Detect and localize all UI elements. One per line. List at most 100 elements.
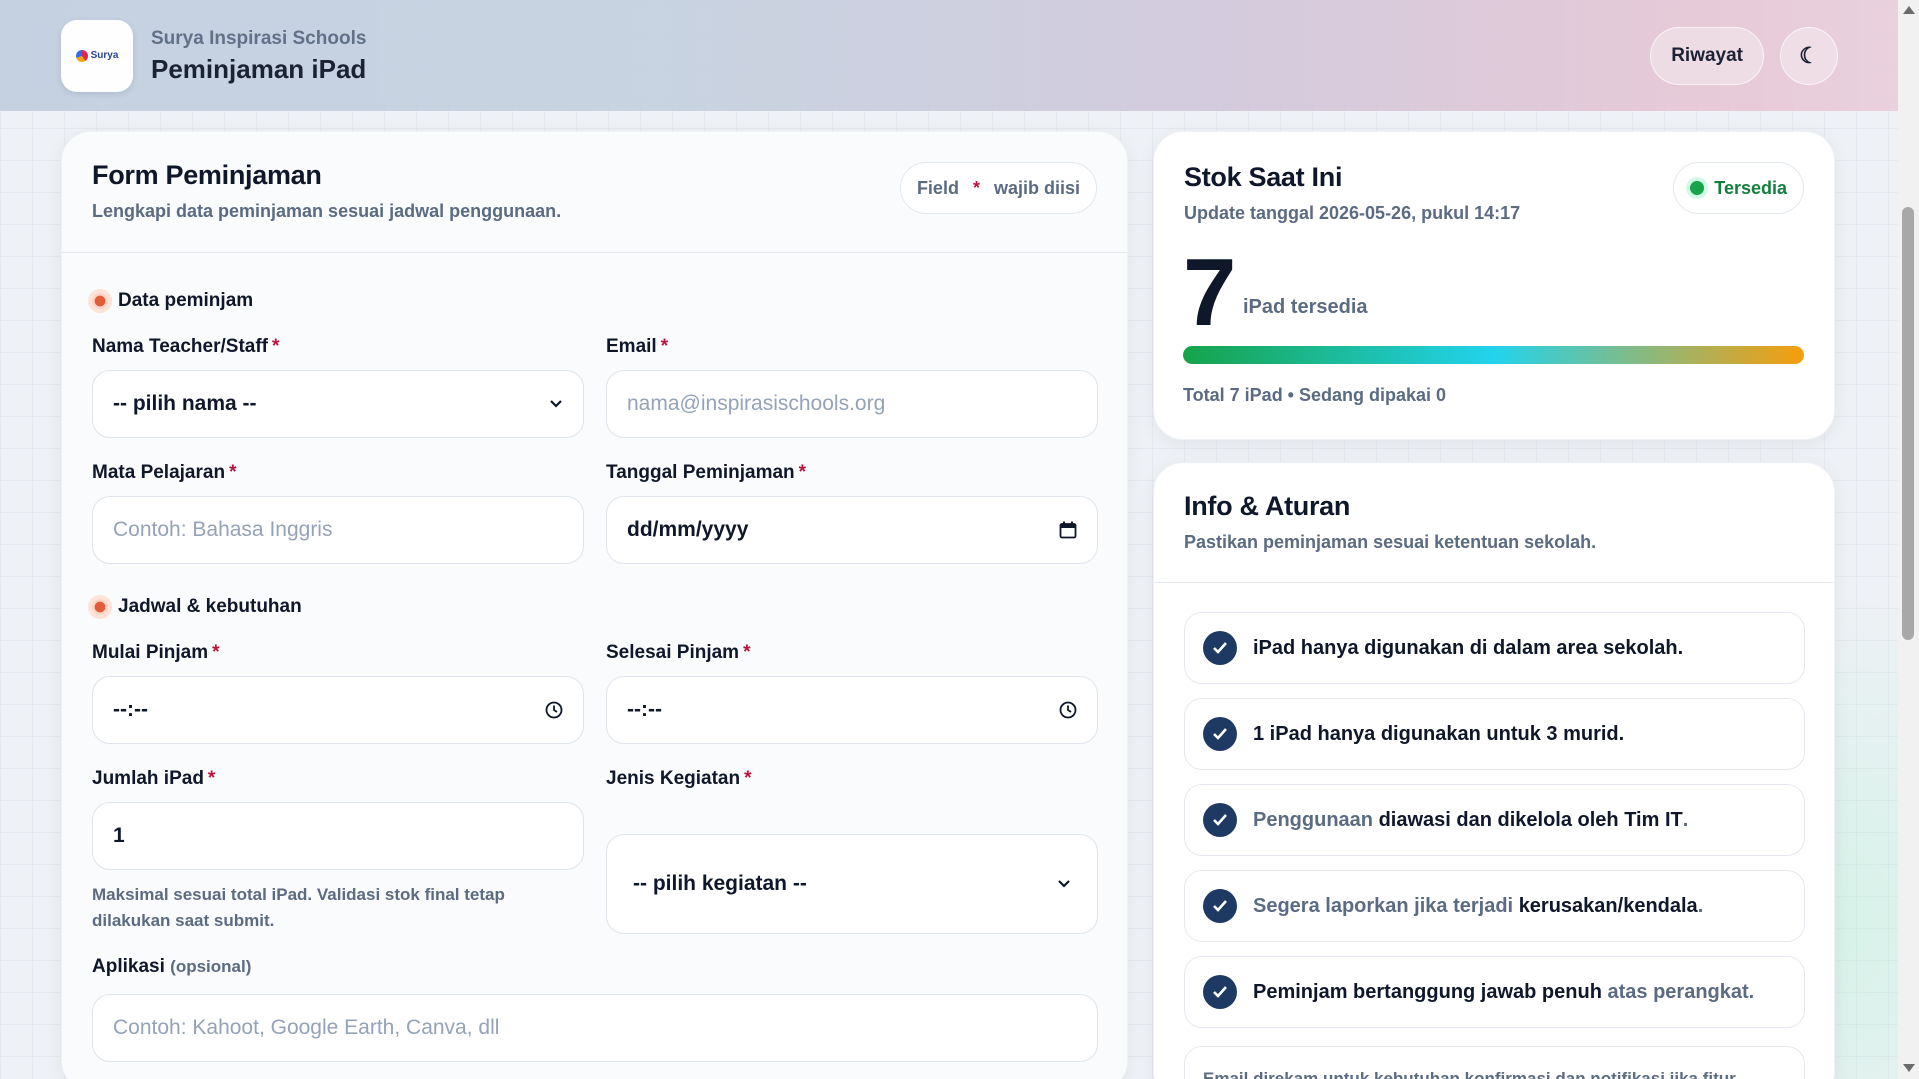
required-note-prefix: Field <box>916 177 959 198</box>
date-field[interactable]: dd/mm/yyyy <box>606 496 1098 564</box>
rule-text-part: kerusakan/kendala <box>1518 894 1698 917</box>
required-star: * <box>744 768 752 789</box>
loan-form-card: Form Peminjaman Lengkapi data peminjaman… <box>61 131 1128 1079</box>
rule-item: Penggunaan diawasi dan dikelola oleh Tim… <box>1184 784 1805 856</box>
rule-text-part: 1 iPad hanya digunakan untuk 3 murid. <box>1253 722 1625 745</box>
status-text: Tersedia <box>1714 177 1787 198</box>
logo-mark-icon <box>75 50 88 62</box>
page-scrollbar[interactable] <box>1898 0 1919 1079</box>
brand: Surya Inspirasi Schools Peminjaman iPad <box>151 28 366 85</box>
app-title: Peminjaman iPad <box>151 53 367 84</box>
section-borrower: Data peminjam <box>92 290 253 312</box>
subject-label-text: Mata Pelajaran <box>92 462 226 483</box>
scroll-down-icon[interactable] <box>1903 1064 1915 1072</box>
apps-field[interactable]: Contoh: Kahoot, Google Earth, Canva, dll <box>92 994 1098 1062</box>
rule-item: iPad hanya digunakan di dalam area sekol… <box>1184 612 1805 684</box>
rule-text-part: . <box>1682 808 1689 831</box>
email-footnote: Email direkam untuk kebutuhan konfirmasi… <box>1184 1046 1805 1079</box>
rule-text: Penggunaan diawasi dan dikelola oleh Tim… <box>1253 809 1688 832</box>
rule-text-part: . <box>1697 894 1704 917</box>
email-field[interactable]: nama@inspirasischools.org <box>606 370 1098 438</box>
quantity-hint: Maksimal sesuai total iPad. Validasi sto… <box>92 885 505 930</box>
ipad-quantity-value: 1 <box>113 824 125 847</box>
subject-field[interactable]: Contoh: Bahasa Inggris <box>92 496 584 564</box>
rule-text-part: Peminjam bertanggung jawab penuh <box>1253 980 1608 1003</box>
check-icon <box>1203 975 1237 1009</box>
start-label-text: Mulai Pinjam <box>92 642 209 663</box>
email-footnote-text: Email direkam untuk kebutuhan konfirmasi… <box>1203 1069 1736 1079</box>
start-label: Mulai Pinjam * <box>92 642 220 664</box>
theme-toggle-button[interactable]: ☾ <box>1780 27 1838 85</box>
section-schedule: Jadwal & kebutuhan <box>92 596 302 618</box>
info-subtitle: Pastikan peminjaman sesuai ketentuan sek… <box>1184 532 1597 552</box>
moon-icon: ☾ <box>1799 43 1819 68</box>
activity-label: Jenis Kegiatan * <box>606 768 752 790</box>
rule-text-part: diawasi dan dikelola oleh Tim IT <box>1378 808 1683 831</box>
stock-count: 7 <box>1183 239 1236 346</box>
info-title: Info & Aturan <box>1184 491 1351 521</box>
activity-label-text: Jenis Kegiatan <box>606 768 741 789</box>
required-note-chip: Field * wajib diisi <box>899 162 1097 214</box>
top-bar: Surya Surya Inspirasi Schools Peminjaman… <box>0 0 1898 111</box>
required-star: * <box>212 642 220 663</box>
stock-progress-bar <box>1183 346 1804 364</box>
stock-unit: iPad tersedia <box>1243 296 1368 318</box>
scroll-thumb[interactable] <box>1902 207 1914 640</box>
rule-text-part: atas perangkat. <box>1607 980 1755 1003</box>
start-time-value: --:-- <box>113 698 148 721</box>
end-time-field[interactable]: --:-- <box>606 676 1098 744</box>
activity-select-value: -- pilih kegiatan -- <box>633 872 807 895</box>
section-borrower-label: Data peminjam <box>118 290 254 311</box>
start-time-field[interactable]: --:-- <box>92 676 584 744</box>
rule-text: 1 iPad hanya digunakan untuk 3 murid. <box>1253 723 1624 746</box>
apps-label: Aplikasi (opsional) <box>92 956 251 978</box>
email-label-text: Email <box>606 336 657 357</box>
required-star: * <box>229 462 237 483</box>
required-star: * <box>272 336 280 357</box>
end-time-value: --:-- <box>627 698 662 721</box>
clock-icon[interactable] <box>545 701 563 719</box>
chevron-down-icon <box>549 399 563 409</box>
email-label: Email * <box>606 336 668 358</box>
rule-item: 1 iPad hanya digunakan untuk 3 murid. <box>1184 698 1805 770</box>
name-select[interactable]: -- pilih nama -- <box>92 370 584 438</box>
end-label-text: Selesai Pinjam <box>606 642 740 663</box>
status-dot-icon <box>1690 181 1705 195</box>
required-star: * <box>743 642 751 663</box>
ipad-quantity-field[interactable]: 1 <box>92 802 584 870</box>
apps-label-text: Aplikasi <box>92 956 165 977</box>
school-name: Surya Inspirasi Schools <box>151 27 367 49</box>
calendar-icon[interactable] <box>1059 521 1077 539</box>
school-logo[interactable]: Surya <box>61 20 133 92</box>
logo-text: Surya <box>90 50 119 61</box>
section-dot-icon <box>92 293 108 309</box>
date-value: dd/mm/yyyy <box>627 518 749 541</box>
section-dot-icon <box>92 599 108 615</box>
rule-item: Peminjam bertanggung jawab penuh atas pe… <box>1184 956 1805 1028</box>
stock-progress-fill <box>1183 346 1804 364</box>
check-icon <box>1203 803 1237 837</box>
date-label-text: Tanggal Peminjaman <box>606 462 795 483</box>
required-note-suffix: wajib diisi <box>993 177 1080 198</box>
history-button[interactable]: Riwayat <box>1650 27 1764 85</box>
check-icon <box>1203 631 1237 665</box>
clock-icon[interactable] <box>1059 701 1077 719</box>
rule-text-part: iPad hanya digunakan di dalam area sekol… <box>1253 636 1684 659</box>
activity-select[interactable]: -- pilih kegiatan -- <box>606 834 1098 934</box>
qty-label: Jumlah iPad * <box>92 768 215 790</box>
check-icon <box>1203 889 1237 923</box>
name-label-text: Nama Teacher/Staff <box>92 336 268 357</box>
apps-placeholder: Contoh: Kahoot, Google Earth, Canva, dll <box>113 1016 500 1039</box>
rule-text-part: Segera laporkan jika terjadi <box>1253 894 1519 917</box>
scroll-up-icon[interactable] <box>1903 6 1915 14</box>
rule-text: iPad hanya digunakan di dalam area sekol… <box>1253 637 1683 660</box>
date-label: Tanggal Peminjaman * <box>606 462 806 484</box>
section-schedule-label: Jadwal & kebutuhan <box>118 596 302 617</box>
qty-label-text: Jumlah iPad <box>92 768 204 789</box>
info-rules-card: Info & Aturan Pastikan peminjaman sesuai… <box>1153 462 1835 1079</box>
end-label: Selesai Pinjam * <box>606 642 750 664</box>
rule-item: Segera laporkan jika terjadi kerusakan/k… <box>1184 870 1805 942</box>
required-star: * <box>798 462 807 483</box>
subject-label: Mata Pelajaran * <box>92 462 236 484</box>
name-select-value: -- pilih nama -- <box>113 392 257 415</box>
